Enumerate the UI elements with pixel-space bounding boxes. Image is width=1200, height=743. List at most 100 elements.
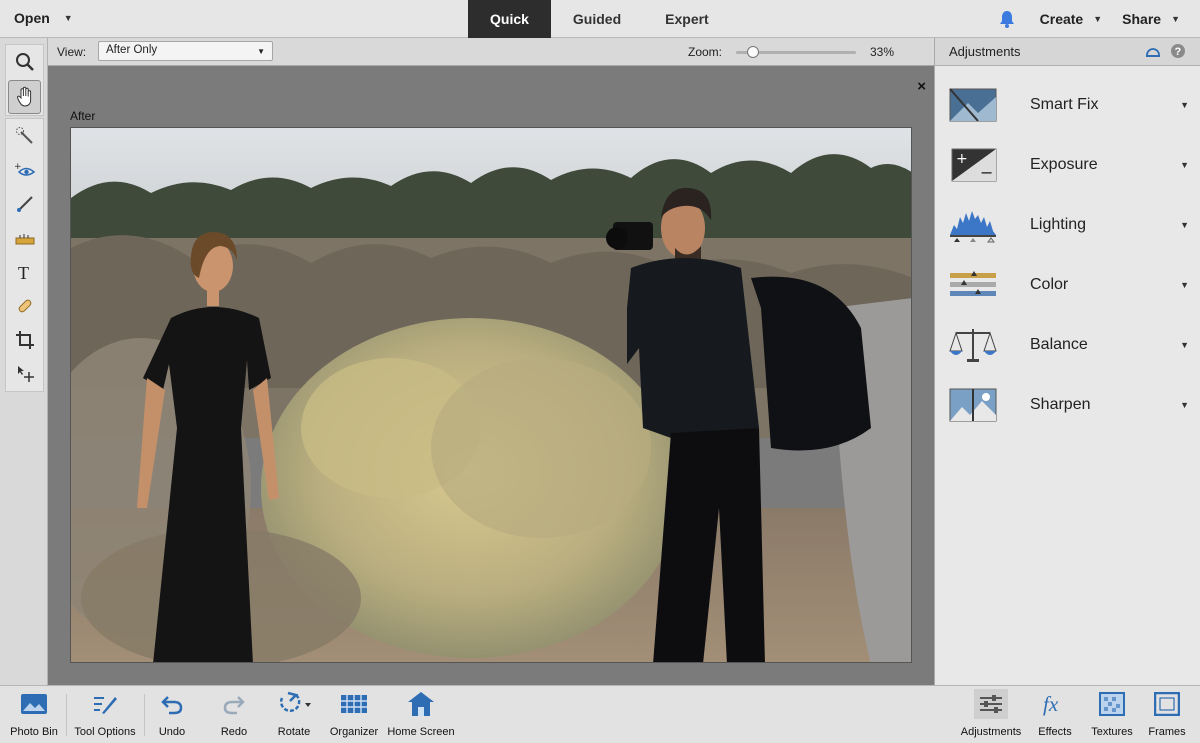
- undo-icon: [161, 696, 183, 715]
- hand-tool[interactable]: [8, 80, 41, 114]
- create-menu[interactable]: Create ▼: [1040, 11, 1103, 27]
- reset-icon[interactable]: [1144, 43, 1162, 59]
- chevron-down-icon: ▼: [1171, 14, 1180, 24]
- bandage-icon: [18, 299, 31, 313]
- brush-icon: [16, 196, 33, 212]
- effects-button[interactable]: fx Effects: [1032, 686, 1078, 743]
- svg-text:?: ?: [1175, 46, 1182, 58]
- adjustment-smart-fix[interactable]: Smart Fix ▼: [935, 78, 1200, 132]
- quick-selection-icon: [15, 127, 33, 144]
- divider: [144, 694, 145, 736]
- crop-tool[interactable]: [6, 323, 43, 357]
- textures-button[interactable]: Textures: [1084, 686, 1140, 743]
- adjustment-label: Lighting: [1030, 216, 1087, 233]
- zoom-label: Zoom:: [688, 45, 723, 59]
- zoom-tool[interactable]: [6, 45, 43, 79]
- tool-options-button[interactable]: Tool Options: [68, 686, 142, 743]
- chevron-down-icon: ▼: [1180, 100, 1189, 110]
- quick-selection-tool[interactable]: [6, 119, 43, 153]
- straighten-tool[interactable]: [6, 221, 43, 255]
- redo-label: Redo: [220, 726, 248, 738]
- svg-text:+: +: [956, 151, 968, 167]
- bell-icon[interactable]: [992, 10, 1022, 28]
- open-label: Open: [14, 10, 50, 26]
- adjustment-label: Color: [1030, 276, 1069, 293]
- zoom-slider-knob[interactable]: [746, 46, 759, 58]
- balance-icon: [949, 329, 997, 362]
- adjustment-lighting[interactable]: Lighting ▼: [935, 198, 1200, 252]
- photo-image: [70, 127, 912, 663]
- chevron-down-icon: ▼: [1093, 14, 1103, 24]
- rotate-button[interactable]: Rotate: [272, 686, 316, 743]
- move-tool[interactable]: [6, 357, 43, 391]
- bottom-taskbar: Photo Bin Tool Options Undo Redo Rotate …: [0, 685, 1200, 743]
- adjustment-label: Balance: [1030, 336, 1088, 353]
- edit-tool-group: + T: [5, 118, 44, 392]
- organizer-label: Organizer: [329, 726, 379, 738]
- panel-title: Adjustments: [949, 44, 1021, 59]
- photo-bin-icon: [21, 694, 47, 714]
- home-screen-icon: [408, 692, 434, 716]
- straighten-icon: [15, 234, 34, 245]
- chevron-down-icon: ▼: [1180, 340, 1189, 350]
- adjustment-label: Smart Fix: [1030, 96, 1099, 113]
- view-options-bar: View: After Only ▼ Zoom: 33%: [48, 38, 934, 66]
- color-icon: [950, 271, 996, 296]
- eye-icon: +: [14, 162, 35, 176]
- rotate-icon: [279, 691, 311, 713]
- view-select[interactable]: After Only ▼: [98, 41, 273, 61]
- chevron-down-icon: ▼: [1180, 400, 1189, 410]
- adjustment-exposure[interactable]: + − Exposure ▼: [935, 138, 1200, 192]
- home-screen-label: Home Screen: [387, 726, 455, 738]
- zoom-slider[interactable]: [736, 46, 856, 58]
- view-tool-group: [5, 44, 44, 116]
- move-icon: [17, 366, 34, 382]
- chevron-down-icon: ▼: [1180, 280, 1189, 290]
- red-eye-tool[interactable]: +: [6, 153, 43, 187]
- svg-text:−: −: [980, 163, 993, 182]
- photo-bin-button[interactable]: Photo Bin: [4, 686, 64, 743]
- after-label: After: [70, 109, 96, 123]
- photo-illustration: [71, 128, 911, 662]
- top-right-menu: Create ▼ Share ▼: [992, 0, 1200, 38]
- rotate-label: Rotate: [277, 726, 311, 738]
- adjustment-color[interactable]: Color ▼: [935, 258, 1200, 312]
- tab-guided[interactable]: Guided: [551, 0, 643, 38]
- photo-bin-label: Photo Bin: [10, 726, 58, 738]
- zoom-value: 33%: [870, 45, 895, 59]
- spot-healing-tool[interactable]: [6, 289, 43, 323]
- textures-label: Textures: [1091, 726, 1133, 738]
- redo-button[interactable]: Redo: [214, 686, 254, 743]
- adjustments-panel: Adjustments ? Smart Fix ▼ + − Exposure ▼ …: [934, 38, 1200, 685]
- home-screen-button[interactable]: Home Screen: [384, 686, 458, 743]
- adjustment-sharpen[interactable]: Sharpen ▼: [935, 378, 1200, 432]
- organizer-button[interactable]: Organizer: [324, 686, 384, 743]
- close-icon[interactable]: ×: [917, 78, 926, 95]
- tab-expert[interactable]: Expert: [643, 0, 731, 38]
- chevron-down-icon: ▼: [63, 13, 73, 23]
- chevron-down-icon: ▼: [1180, 160, 1189, 170]
- toolbox: + T: [0, 38, 48, 685]
- whiten-teeth-tool[interactable]: [6, 187, 43, 221]
- help-icon[interactable]: ?: [1170, 43, 1186, 59]
- open-menu[interactable]: Open ▼: [14, 10, 73, 26]
- adjustments-label: Adjustments: [960, 726, 1022, 738]
- tab-quick[interactable]: Quick: [468, 0, 551, 38]
- svg-text:fx: fx: [1043, 692, 1059, 716]
- effects-label: Effects: [1038, 726, 1072, 738]
- tool-options-icon: [94, 697, 117, 714]
- adjustment-balance[interactable]: Balance ▼: [935, 318, 1200, 372]
- frames-icon: [1154, 692, 1180, 716]
- undo-button[interactable]: Undo: [152, 686, 192, 743]
- type-tool[interactable]: T: [6, 255, 43, 289]
- frames-button[interactable]: Frames: [1142, 686, 1192, 743]
- exposure-icon: +−: [951, 148, 997, 182]
- chevron-down-icon: ▼: [1180, 220, 1189, 230]
- magnifier-icon: [15, 53, 34, 71]
- view-label: View:: [57, 45, 87, 59]
- textures-icon: [1099, 692, 1125, 716]
- adjustment-label: Sharpen: [1030, 396, 1091, 413]
- chevron-down-icon: ▼: [257, 47, 265, 56]
- share-menu[interactable]: Share ▼: [1122, 11, 1180, 27]
- adjustments-panel-button[interactable]: Adjustments: [956, 686, 1026, 743]
